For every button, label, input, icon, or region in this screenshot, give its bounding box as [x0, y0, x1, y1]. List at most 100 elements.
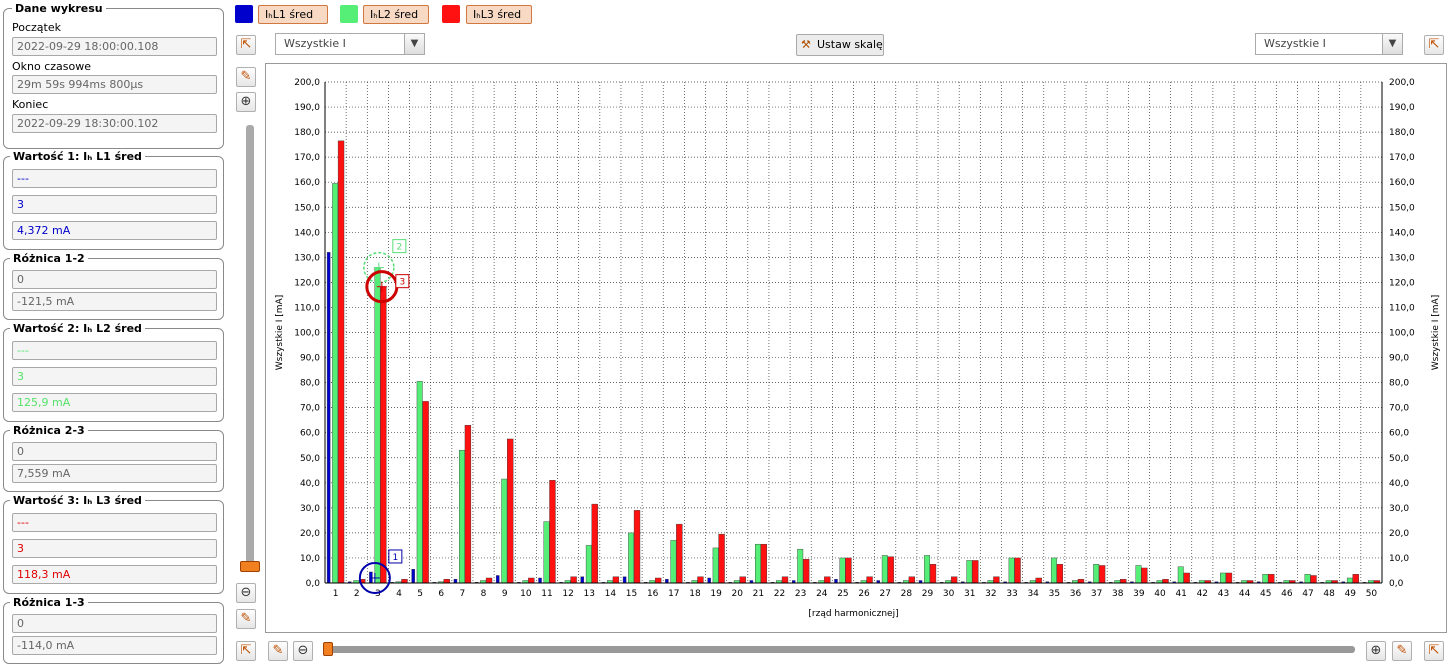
y-tick-label-right: 160,0 [1389, 178, 1415, 188]
vertical-slider-thumb[interactable] [240, 561, 260, 572]
right-axis-combo[interactable]: Wszystkie I ▼ [1255, 33, 1403, 55]
x-tick-label: 6 [438, 589, 444, 599]
harmonics-chart[interactable]: 0,0 0,0 10,0 10,0 20,0 20,0 30,0 30,0 40,0 40,0 50… [265, 63, 1447, 633]
bar-3 [591, 503, 598, 584]
start-label: Początek [12, 21, 61, 34]
diff12-field-2[interactable]: -121,5 mA [12, 292, 217, 311]
y-tick-label-right: 20,0 [1389, 529, 1409, 539]
zoom-out-icon[interactable]: ⊖ [293, 641, 313, 661]
bar-3 [401, 579, 408, 584]
y-tick-label-right: 120,0 [1389, 278, 1415, 288]
diff13-field-1[interactable]: 0 [12, 614, 217, 633]
zoom-in-icon[interactable]: ⊕ [1366, 641, 1386, 661]
bar-2 [754, 543, 761, 584]
x-tick-label: 42 [1197, 589, 1208, 599]
bar-3 [549, 480, 556, 584]
bar-3 [337, 140, 345, 584]
value2-field-1[interactable]: --- [12, 341, 217, 360]
bar-3 [972, 560, 979, 584]
chart-info-title: Dane wykresu [12, 2, 106, 15]
l2-color-swatch[interactable] [340, 5, 358, 23]
diff12-field-1[interactable]: 0 [12, 270, 217, 289]
value3-field-1[interactable]: --- [12, 513, 217, 532]
bar-3 [1120, 579, 1127, 584]
l2-legend-button[interactable]: IₕL2 śred [363, 5, 429, 24]
x-tick-label: 1 [333, 589, 339, 599]
y-tick-label-left: 170,0 [294, 153, 320, 163]
diff23-field-1[interactable]: 0 [12, 442, 217, 461]
bar-3 [1162, 579, 1169, 584]
bar-2 [881, 555, 888, 584]
x-tick-label: 16 [647, 589, 659, 599]
bar-3 [1014, 557, 1021, 584]
bar-3 [739, 576, 746, 584]
value1-panel: Wartość 1: Iₕ L1 śred --- 3 4,372 mA [3, 150, 224, 250]
window-field[interactable]: 29m 59s 994ms 800µs [12, 75, 217, 94]
bar-2 [374, 267, 381, 584]
y-tick-label-right: 80,0 [1389, 379, 1409, 389]
value1-field-2[interactable]: 3 [12, 195, 217, 214]
bar-2 [924, 555, 931, 584]
diff13-field-2[interactable]: -114,0 mA [12, 636, 217, 655]
x-tick-label: 22 [774, 589, 785, 599]
value1-field-3[interactable]: 4,372 mA [12, 221, 217, 240]
export-icon[interactable]: ⇱ [236, 35, 256, 55]
end-field[interactable]: 2022-09-29 18:30:00.102 [12, 114, 217, 133]
x-tick-label: 40 [1154, 589, 1166, 599]
x-tick-label: 8 [481, 589, 487, 599]
chevron-down-icon[interactable]: ▼ [1382, 34, 1402, 54]
y-tick-label-right: 190,0 [1389, 103, 1415, 113]
value2-field-2[interactable]: 3 [12, 367, 217, 386]
diff23-panel: Różnica 2-3 0 7,559 mA [3, 424, 224, 492]
edit-icon[interactable]: ✎ [236, 609, 256, 629]
left-axis-combo[interactable]: Wszystkie I ▼ [275, 33, 425, 55]
x-tick-label: 44 [1239, 589, 1251, 599]
diff23-field-2[interactable]: 7,559 mA [12, 464, 217, 483]
l1-color-swatch[interactable] [235, 5, 253, 23]
l3-legend-button[interactable]: IₕL3 śred [466, 5, 532, 24]
y-tick-label-right: 130,0 [1389, 253, 1415, 263]
set-scale-label: Ustaw skalę [817, 38, 883, 51]
set-scale-button[interactable]: ⚒ Ustaw skalę [796, 34, 884, 56]
chevron-down-icon[interactable]: ▼ [404, 34, 424, 54]
l3-color-swatch[interactable] [442, 5, 460, 23]
left-axis-combo-value: Wszystkie I [284, 37, 346, 50]
bar-3 [760, 543, 768, 584]
value3-field-3[interactable]: 118,3 mA [12, 565, 217, 584]
horizontal-zoom-slider[interactable] [330, 646, 1355, 653]
bar-3 [612, 576, 620, 584]
x-tick-label: 36 [1070, 589, 1082, 599]
bar-3 [845, 557, 852, 584]
bar-2 [1346, 577, 1353, 584]
bar-3 [1268, 574, 1275, 584]
edit-icon[interactable]: ✎ [236, 67, 256, 87]
export-icon[interactable]: ⇱ [1424, 35, 1444, 55]
y-tick-label-right: 70,0 [1389, 404, 1409, 414]
export-icon[interactable]: ⇱ [236, 641, 256, 661]
x-tick-label: 4 [396, 589, 402, 599]
value1-field-1[interactable]: --- [12, 169, 217, 188]
vertical-zoom-slider[interactable] [246, 125, 254, 565]
zoom-in-icon[interactable]: ⊕ [236, 92, 256, 112]
marker-1-label: 1 [392, 553, 398, 563]
l1-legend-button[interactable]: IₕL1 śred [258, 5, 328, 24]
export-icon[interactable]: ⇱ [1424, 641, 1444, 661]
bar-2 [712, 547, 719, 584]
harmonics-chart-svg: 0,0 0,0 10,0 10,0 20,0 20,0 30,0 30,0 40,0 40,0 50… [275, 78, 1441, 619]
bar-1 [496, 575, 500, 584]
value2-field-3[interactable]: 125,9 mA [12, 393, 217, 412]
bar-3 [507, 438, 514, 584]
x-tick-label: 10 [520, 589, 532, 599]
zoom-out-icon[interactable]: ⊖ [236, 583, 256, 603]
x-tick-label: 24 [816, 589, 828, 599]
value3-field-2[interactable]: 3 [12, 539, 217, 558]
bar-3 [1352, 574, 1359, 584]
y-tick-label-right: 100,0 [1389, 329, 1415, 339]
bar-2 [543, 521, 550, 584]
edit-icon[interactable]: ✎ [268, 641, 288, 661]
start-field[interactable]: 2022-09-29 18:00:00.108 [12, 37, 217, 56]
horizontal-slider-thumb[interactable] [323, 642, 333, 656]
y-tick-label-right: 150,0 [1389, 203, 1415, 213]
edit-icon[interactable]: ✎ [1392, 641, 1412, 661]
bar-2 [1304, 574, 1311, 584]
